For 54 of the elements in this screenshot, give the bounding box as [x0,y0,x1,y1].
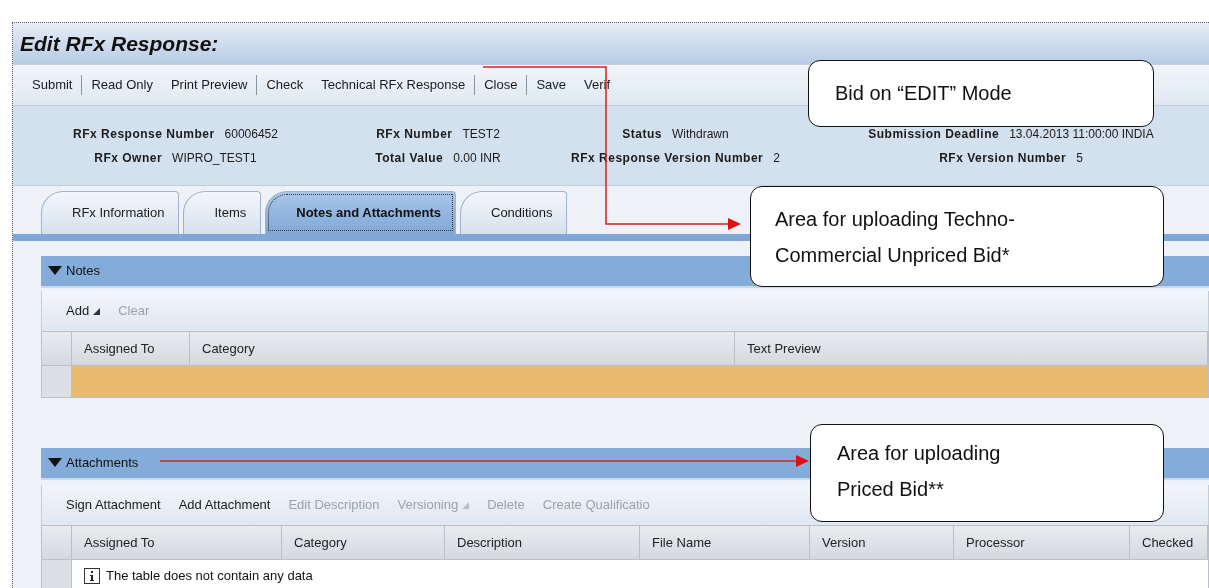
field-value: 0.00 INR [453,149,501,167]
toolbar-button[interactable]: Sign Attachment [66,495,161,515]
section-title: Notes [66,262,100,281]
field-label: Submission Deadline [868,125,1000,143]
empty-message: The table does not contain any data [106,567,313,586]
field-value: WIPRO_TEST1 [172,149,257,167]
column-header[interactable]: Processor [954,526,1130,559]
column-header[interactable]: Version [810,526,954,559]
annotation-tooltip: Bid on “EDIT” Mode [808,60,1154,127]
tab[interactable]: RFx Information [41,191,180,234]
column-header[interactable]: Category [282,526,445,559]
toolbar-button[interactable]: Close [475,75,527,95]
info-icon [84,568,100,584]
field-value: Withdrawn [672,125,729,143]
annotation-tooltip: Area for uploading Priced Bid** [810,424,1164,522]
toolbar-button[interactable]: Check [257,75,313,95]
toolbar-button[interactable]: Add [66,301,101,321]
tab[interactable]: Notes and Attachments [265,191,456,234]
toolbar-button[interactable]: Save [527,75,575,95]
table-row[interactable] [72,366,1208,397]
column-header[interactable]: Assigned To [72,526,282,559]
toolbar-button[interactable]: Add Attachment [178,495,271,515]
column-header[interactable]: Assigned To [72,332,190,365]
column-header[interactable]: Text Preview [735,332,1208,365]
field-value: 2 [773,149,780,167]
toolbar-button[interactable]: Technical RFx Response [312,75,475,95]
dropdown-icon [462,501,470,509]
tab[interactable]: Items [183,191,262,234]
collapse-icon [48,458,62,468]
column-header[interactable]: Description [445,526,640,559]
field-label: RFx Number [376,125,453,143]
field-label: RFx Owner [94,149,163,167]
tab[interactable]: Conditions [460,191,568,234]
field-value: 13.04.2013 11:00:00 INDIA [1009,125,1154,143]
page-title: Edit RFx Response: [20,30,219,57]
row-selector[interactable] [42,560,72,588]
dropdown-icon [93,307,101,315]
field-value: 60006452 [224,125,278,143]
field-label: Status [622,125,662,143]
toolbar-button[interactable]: Read Only [82,75,162,95]
field-label: Total Value [375,149,444,167]
toolbar-button[interactable]: Submit [23,75,82,95]
row-selector[interactable] [42,366,72,397]
annotation-tooltip: Area for uploading Techno- Commercial Unpriced Bid* [750,186,1164,287]
field-label: RFx Response Number [73,125,215,143]
section-title: Attachments [66,454,139,473]
field-value: 5 [1076,149,1083,167]
column-header[interactable]: Checked [1130,526,1208,559]
field-value: TEST2 [462,125,500,143]
column-header[interactable]: File Name [640,526,810,559]
toolbar-button[interactable]: Print Preview [161,75,257,95]
column-header[interactable]: Category [190,332,735,365]
collapse-icon [48,266,62,276]
field-label: RFx Version Number [939,149,1067,167]
